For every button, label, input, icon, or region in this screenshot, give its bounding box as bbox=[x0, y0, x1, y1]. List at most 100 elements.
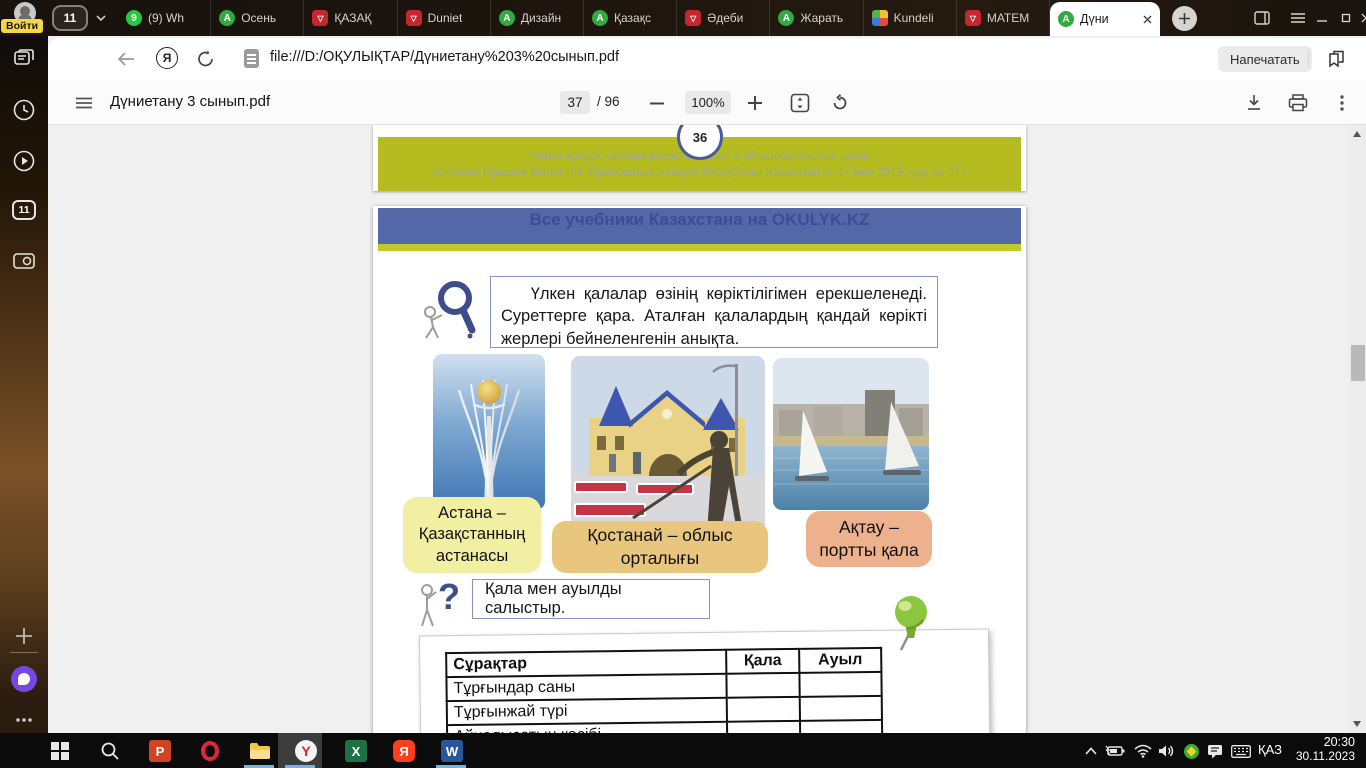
green-strip bbox=[378, 244, 1021, 251]
red-book-icon: ▽ bbox=[685, 10, 702, 26]
tab-list-chevron-icon[interactable] bbox=[96, 13, 106, 23]
magnifier-man-icon bbox=[424, 281, 476, 339]
taskbar-opera-button[interactable] bbox=[197, 738, 223, 764]
toolbar-divider bbox=[1308, 50, 1309, 68]
screenshot-button[interactable] bbox=[12, 248, 36, 272]
pdf-print-button[interactable] bbox=[1284, 89, 1312, 117]
fit-to-page-button[interactable] bbox=[786, 89, 814, 117]
tray-expand-button[interactable] bbox=[1080, 741, 1102, 761]
page-total-label: / 96 bbox=[597, 94, 620, 109]
keyboard-icon bbox=[1231, 744, 1251, 758]
clock-icon bbox=[13, 99, 35, 121]
notifications-icon[interactable] bbox=[1204, 741, 1226, 761]
history-button[interactable] bbox=[12, 98, 36, 122]
windows-taskbar: P Y X Я W ҚАЗ 20:30 30.11.2023 bbox=[0, 733, 1366, 768]
pdf-toolbar: Дүниетану 3 сынып.pdf 37 / 96 100% bbox=[48, 80, 1366, 125]
taskbar-explorer-button[interactable] bbox=[247, 738, 273, 764]
tab-whatsapp[interactable]: 9 (9) Wh bbox=[118, 0, 212, 36]
scroll-up-arrow[interactable] bbox=[1353, 131, 1361, 137]
video-button[interactable] bbox=[12, 149, 36, 173]
zoom-out-button[interactable] bbox=[643, 89, 671, 117]
back-button[interactable] bbox=[114, 47, 138, 71]
sidebar-add-button[interactable] bbox=[12, 624, 36, 648]
reload-icon bbox=[198, 50, 213, 67]
close-tab-icon[interactable] bbox=[1143, 15, 1152, 24]
start-button[interactable] bbox=[47, 738, 73, 764]
battery-status-icon[interactable] bbox=[1104, 741, 1126, 761]
tab-dizain[interactable]: A Дизайн bbox=[491, 0, 585, 36]
tab-zharat[interactable]: A Жарать bbox=[770, 0, 864, 36]
taskbar-powerpoint-button[interactable]: P bbox=[147, 738, 173, 764]
tab-kazak[interactable]: ▽ ҚАЗАҚ bbox=[304, 0, 398, 36]
url-text[interactable]: file:///D:/ОҚУЛЫҚТАР/Дүниетану%203%20сын… bbox=[270, 49, 619, 65]
page-file-icon bbox=[244, 49, 259, 68]
caption-aktau: Ақтау – портты қала bbox=[806, 511, 932, 567]
pdf-scrollbar[interactable] bbox=[1349, 125, 1366, 733]
wifi-status-icon[interactable] bbox=[1132, 741, 1154, 761]
green-a-icon: A bbox=[1058, 11, 1074, 27]
plus-icon bbox=[1179, 13, 1190, 24]
aktau-port-photo bbox=[773, 358, 929, 510]
tray-app-icon[interactable] bbox=[1180, 741, 1202, 761]
tab-duniet[interactable]: ▽ Duniet bbox=[398, 0, 491, 36]
hamburger-icon bbox=[1291, 13, 1305, 23]
close-window-button[interactable] bbox=[1352, 0, 1366, 36]
tab-groups-button[interactable] bbox=[12, 46, 36, 70]
zoom-level[interactable]: 100% bbox=[685, 91, 731, 114]
caption-astana: Астана – Қазақстанның астанасы bbox=[403, 497, 541, 573]
tab-matem[interactable]: ▽ МАТЕМ bbox=[957, 0, 1051, 36]
scroll-down-arrow[interactable] bbox=[1353, 721, 1361, 727]
tab-osen[interactable]: A Осень bbox=[211, 0, 305, 36]
volume-icon[interactable] bbox=[1156, 741, 1178, 761]
rotate-button[interactable] bbox=[826, 89, 854, 117]
reload-button[interactable] bbox=[194, 47, 218, 71]
taskbar-excel-button[interactable]: X bbox=[343, 738, 369, 764]
sidebar-divider bbox=[10, 652, 38, 653]
sidebar-more-button[interactable] bbox=[12, 708, 36, 732]
green-a-icon: A bbox=[219, 10, 236, 26]
red-book-icon: ▽ bbox=[312, 10, 329, 26]
pdf-outline-button[interactable] bbox=[70, 89, 98, 117]
play-icon bbox=[13, 150, 35, 172]
sign-in-button[interactable]: Войти bbox=[1, 19, 44, 33]
zoom-in-button[interactable] bbox=[741, 89, 769, 117]
new-tab-button[interactable] bbox=[1172, 6, 1197, 31]
windows-logo-icon bbox=[51, 742, 69, 760]
tab-kazaks[interactable]: A Қазақс bbox=[584, 0, 678, 36]
touch-keyboard-icon[interactable] bbox=[1230, 741, 1252, 761]
yandex-home-button[interactable]: Я bbox=[156, 47, 178, 69]
side-panel-toggle-button[interactable] bbox=[1248, 0, 1276, 36]
tab-dunietanu-active[interactable]: A Дүни bbox=[1050, 2, 1160, 36]
scrollbar-thumb[interactable] bbox=[1350, 345, 1365, 381]
alice-assistant-button[interactable] bbox=[11, 666, 37, 692]
tab-kundelik[interactable]: Kundeli bbox=[864, 0, 957, 36]
whatsapp-icon: 9 bbox=[126, 10, 142, 26]
yandex-app-icon: Я bbox=[393, 740, 415, 762]
kundelik-hand-icon bbox=[871, 10, 888, 26]
fit-page-icon bbox=[790, 93, 810, 113]
date-label: 30.11.2023 bbox=[1295, 749, 1355, 763]
excel-icon: X bbox=[345, 740, 367, 762]
collections-button[interactable] bbox=[1324, 47, 1348, 71]
pdf-download-button[interactable] bbox=[1240, 89, 1268, 117]
green-shield-icon bbox=[1183, 743, 1199, 759]
tab-counter[interactable]: 11 bbox=[52, 5, 88, 31]
okulyk-banner-text: Все учебники Казахстана на OKULYK.KZ bbox=[529, 210, 870, 229]
maximize-icon bbox=[1341, 13, 1351, 23]
print-page-button[interactable]: Напечатать bbox=[1218, 46, 1312, 72]
taskbar-search-button[interactable] bbox=[97, 738, 123, 764]
pdf-viewport[interactable]: *Книга предоставлена исключительно в обр… bbox=[48, 125, 1349, 733]
pushpin-icon bbox=[895, 596, 927, 651]
taskbar-yandex-browser-button[interactable]: Y bbox=[293, 738, 319, 764]
taskbar-clock[interactable]: 20:30 30.11.2023 bbox=[1285, 735, 1355, 763]
all-tabs-button[interactable]: 11 bbox=[12, 200, 36, 220]
page-number-input[interactable]: 37 bbox=[560, 91, 590, 114]
pdf-more-button[interactable] bbox=[1328, 89, 1356, 117]
address-bar: Я file:///D:/ОҚУЛЫҚТАР/Дүниетану%203%20с… bbox=[48, 38, 1366, 80]
tab-strip: 9 (9) Wh A Осень ▽ ҚАЗАҚ ▽ Duniet A Дизайн AҚ… bbox=[118, 0, 1051, 36]
taskbar-word-button[interactable]: W bbox=[439, 738, 465, 764]
language-indicator[interactable]: ҚАЗ bbox=[1258, 742, 1282, 757]
red-book-icon: ▽ bbox=[964, 10, 981, 26]
taskbar-yandex-app-button[interactable]: Я bbox=[391, 738, 417, 764]
tab-adebi[interactable]: ▽ Әдеби bbox=[677, 0, 771, 36]
